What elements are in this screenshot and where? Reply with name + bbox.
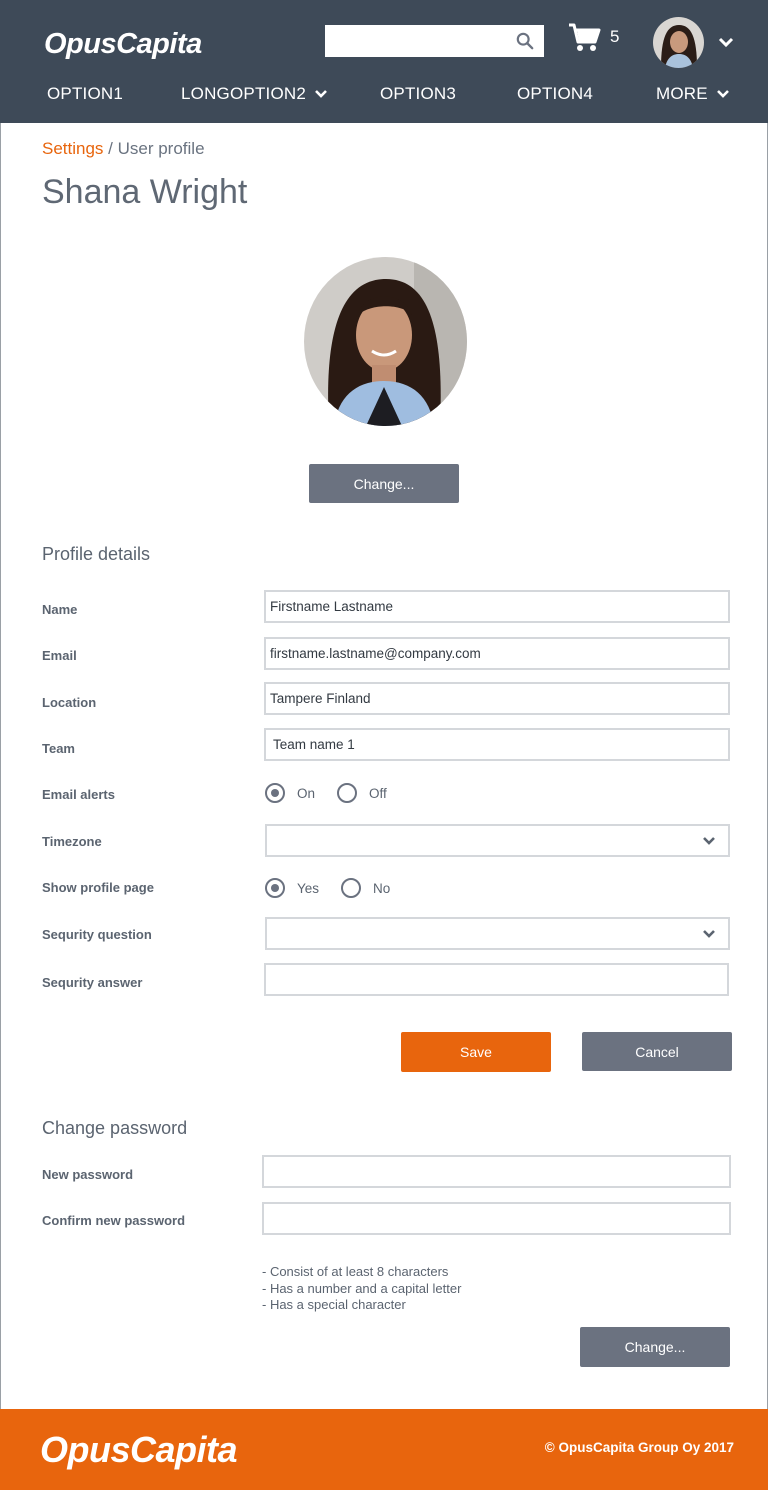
breadcrumb-separator: / bbox=[103, 139, 118, 158]
email-alerts-on-label: On bbox=[297, 785, 316, 801]
user-avatar[interactable] bbox=[653, 17, 704, 68]
show-profile-radio-group: Yes No bbox=[265, 878, 412, 898]
show-profile-no-label: No bbox=[373, 880, 391, 896]
new-password-label: New password bbox=[42, 1167, 134, 1182]
team-value: Team name 1 bbox=[273, 737, 355, 752]
email-alerts-radio-group: On Off bbox=[265, 783, 409, 803]
security-question-select[interactable] bbox=[265, 917, 730, 950]
chevron-down-icon bbox=[703, 837, 715, 845]
email-field[interactable]: firstname.lastname@company.com bbox=[264, 637, 730, 670]
breadcrumb-current: User profile bbox=[117, 139, 205, 158]
change-password-button[interactable]: Change... bbox=[580, 1327, 730, 1367]
main-nav: OPTION1 LONGOPTION2 OPTION3 OPTION4 MORE bbox=[0, 84, 768, 110]
team-label: Team bbox=[42, 741, 75, 756]
new-password-field[interactable] bbox=[262, 1155, 731, 1188]
chevron-down-icon bbox=[716, 90, 729, 98]
email-label: Email bbox=[42, 648, 77, 663]
nav-item-label: MORE bbox=[656, 84, 708, 103]
confirm-password-field[interactable] bbox=[262, 1202, 731, 1235]
logo[interactable]: OpusCapita bbox=[44, 28, 202, 61]
cart-count-badge: 5 bbox=[610, 27, 620, 46]
email-alerts-on-radio[interactable] bbox=[265, 783, 285, 803]
cancel-button[interactable]: Cancel bbox=[582, 1032, 732, 1071]
nav-item-option3[interactable]: OPTION3 bbox=[380, 84, 456, 104]
nav-item-option4[interactable]: OPTION4 bbox=[517, 84, 593, 104]
breadcrumb-link-settings[interactable]: Settings bbox=[42, 139, 103, 158]
password-rule: - Consist of at least 8 characters bbox=[262, 1264, 449, 1279]
password-rule: - Has a number and a capital letter bbox=[262, 1280, 462, 1296]
name-value: Firstname Lastname bbox=[270, 599, 394, 614]
cart-icon[interactable] bbox=[568, 22, 602, 54]
footer: OpusCapita © OpusCapita Group Oy 2017 bbox=[0, 1409, 768, 1490]
nav-item-label: OPTION1 bbox=[47, 84, 124, 103]
chevron-down-icon[interactable] bbox=[718, 36, 734, 48]
name-field[interactable]: Firstname Lastname bbox=[264, 590, 730, 623]
email-alerts-off-label: Off bbox=[369, 785, 387, 801]
security-answer-label: Sequrity answer bbox=[42, 975, 143, 990]
name-label: Name bbox=[42, 602, 78, 617]
profile-details-title: Profile details bbox=[42, 544, 151, 564]
show-profile-no-radio[interactable] bbox=[341, 878, 362, 898]
nav-item-more[interactable]: MORE bbox=[656, 84, 730, 104]
change-password-title: Change password bbox=[42, 1118, 188, 1138]
nav-item-longoption2[interactable]: LONGOPTION2 bbox=[181, 84, 328, 104]
breadcrumb: Settings / User profile bbox=[42, 139, 205, 159]
show-profile-yes-radio[interactable] bbox=[265, 878, 285, 898]
show-profile-label: Show profile page bbox=[42, 880, 154, 895]
security-answer-field[interactable] bbox=[264, 963, 729, 996]
team-field[interactable]: Team name 1 bbox=[264, 728, 730, 761]
nav-item-label: OPTION3 bbox=[380, 84, 457, 103]
copyright-text: © OpusCapita Group Oy 2017 bbox=[544, 1440, 734, 1455]
chevron-down-icon bbox=[703, 930, 715, 938]
chevron-down-icon bbox=[315, 90, 327, 98]
timezone-select[interactable] bbox=[265, 824, 730, 857]
nav-item-label: OPTION4 bbox=[517, 84, 594, 103]
nav-item-option1[interactable]: OPTION1 bbox=[47, 84, 123, 104]
profile-picture bbox=[304, 257, 467, 426]
footer-logo: OpusCapita bbox=[40, 1429, 238, 1470]
email-alerts-off-radio[interactable] bbox=[337, 783, 358, 803]
save-button[interactable]: Save bbox=[401, 1032, 551, 1072]
confirm-password-label: Confirm new password bbox=[42, 1213, 186, 1228]
password-rules: - Consist of at least 8 characters - Has… bbox=[262, 1264, 461, 1314]
password-rule: - Has a special character bbox=[262, 1297, 406, 1312]
nav-item-label: LONGOPTION2 bbox=[181, 84, 307, 103]
search-icon[interactable] bbox=[516, 32, 534, 50]
location-field[interactable]: Tampere Finland bbox=[264, 682, 730, 715]
change-picture-button[interactable]: Change... bbox=[309, 464, 459, 503]
email-value: firstname.lastname@company.com bbox=[270, 646, 481, 661]
email-alerts-label: Email alerts bbox=[42, 787, 115, 802]
location-label: Location bbox=[42, 695, 97, 710]
location-value: Tampere Finland bbox=[270, 691, 371, 706]
search-input[interactable] bbox=[325, 25, 505, 57]
timezone-label: Timezone bbox=[42, 834, 102, 849]
page-title: Shana Wright bbox=[42, 173, 248, 211]
security-question-label: Sequrity question bbox=[42, 927, 152, 942]
search-box[interactable] bbox=[325, 25, 544, 57]
show-profile-yes-label: Yes bbox=[297, 880, 320, 896]
top-header: OpusCapita 5 OPTION1 LONGOPTION2 OPTION3… bbox=[0, 0, 768, 123]
